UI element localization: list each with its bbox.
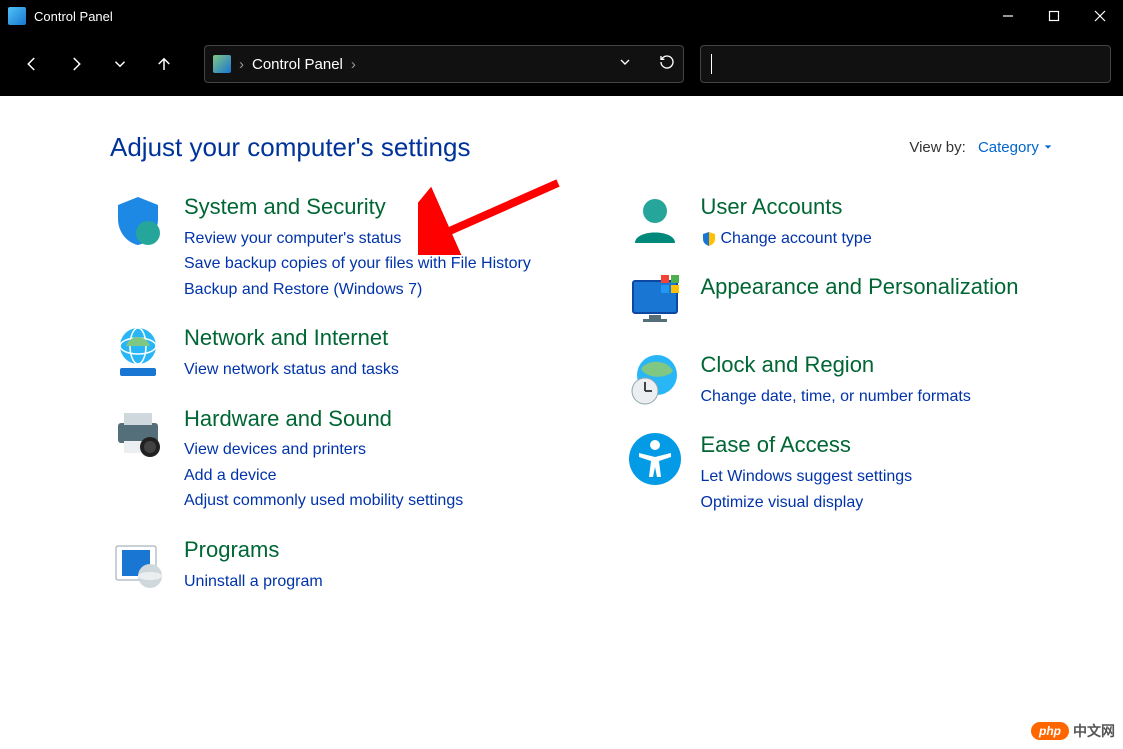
address-dropdown-icon[interactable] (617, 54, 633, 74)
category-link[interactable]: Optimize visual display (701, 490, 1074, 516)
window-title: Control Panel (34, 9, 985, 24)
category-title[interactable]: User Accounts (701, 193, 1074, 222)
category-user-accounts: User Accounts Change account type (627, 193, 1074, 251)
maximize-button[interactable] (1031, 0, 1077, 32)
navbar: › Control Panel › (0, 32, 1123, 96)
breadcrumb-root[interactable]: Control Panel (252, 56, 343, 73)
category-title[interactable]: Appearance and Personalization (701, 273, 1074, 302)
monitor-icon (627, 273, 683, 329)
search-input[interactable] (700, 45, 1111, 83)
category-title[interactable]: Hardware and Sound (184, 405, 557, 434)
clock-globe-icon (627, 351, 683, 407)
category-ease-of-access: Ease of Access Let Windows suggest setti… (627, 431, 1074, 515)
category-link[interactable]: Change account type (701, 226, 1074, 252)
shield-icon (110, 193, 166, 249)
category-link[interactable]: Let Windows suggest settings (701, 464, 1074, 490)
refresh-button[interactable] (659, 54, 675, 74)
category-grid: System and Security Review your computer… (0, 173, 1123, 616)
category-link[interactable]: View devices and printers (184, 437, 557, 463)
programs-icon (110, 536, 166, 592)
app-icon (8, 7, 26, 25)
uac-shield-icon (701, 230, 717, 246)
user-icon (627, 193, 683, 249)
printer-icon (110, 405, 166, 461)
right-column: User Accounts Change account type Appear… (627, 193, 1074, 616)
text-cursor (711, 54, 712, 74)
category-link[interactable]: Backup and Restore (Windows 7) (184, 277, 557, 303)
address-bar[interactable]: › Control Panel › (204, 45, 684, 83)
category-programs: Programs Uninstall a program (110, 536, 557, 594)
category-title[interactable]: System and Security (184, 193, 557, 222)
category-title[interactable]: Ease of Access (701, 431, 1074, 460)
category-hardware: Hardware and Sound View devices and prin… (110, 405, 557, 514)
category-title[interactable]: Network and Internet (184, 324, 557, 353)
category-title[interactable]: Programs (184, 536, 557, 565)
up-button[interactable] (144, 44, 184, 84)
category-link[interactable]: View network status and tasks (184, 357, 557, 383)
page-title: Adjust your computer's settings (110, 132, 470, 163)
category-link[interactable]: Uninstall a program (184, 569, 557, 595)
globe-icon (110, 324, 166, 380)
category-title[interactable]: Clock and Region (701, 351, 1074, 380)
category-appearance: Appearance and Personalization (627, 273, 1074, 329)
window-controls (985, 0, 1123, 32)
accessibility-icon (627, 431, 683, 487)
category-system-security: System and Security Review your computer… (110, 193, 557, 302)
back-button[interactable] (12, 44, 52, 84)
close-button[interactable] (1077, 0, 1123, 32)
watermark: php 中文网 (1031, 721, 1115, 741)
watermark-badge: php (1031, 722, 1069, 740)
view-by-dropdown[interactable]: Category (978, 139, 1053, 156)
category-link[interactable]: Add a device (184, 463, 557, 489)
category-link[interactable]: Adjust commonly used mobility settings (184, 488, 557, 514)
view-by: View by: Category (909, 139, 1053, 156)
watermark-text: 中文网 (1073, 721, 1115, 741)
control-panel-icon (213, 55, 231, 73)
category-link[interactable]: Save backup copies of your files with Fi… (184, 251, 557, 277)
category-link[interactable]: Review your computer's status (184, 226, 557, 252)
category-clock: Clock and Region Change date, time, or n… (627, 351, 1074, 409)
chevron-right-icon: › (351, 56, 356, 73)
chevron-right-icon: › (239, 56, 244, 73)
view-by-label: View by: (909, 139, 965, 156)
recent-dropdown[interactable] (100, 44, 140, 84)
category-network: Network and Internet View network status… (110, 324, 557, 382)
minimize-button[interactable] (985, 0, 1031, 32)
titlebar: Control Panel (0, 0, 1123, 32)
left-column: System and Security Review your computer… (110, 193, 557, 616)
category-link[interactable]: Change date, time, or number formats (701, 384, 1074, 410)
page-header: Adjust your computer's settings View by:… (0, 96, 1123, 173)
forward-button[interactable] (56, 44, 96, 84)
